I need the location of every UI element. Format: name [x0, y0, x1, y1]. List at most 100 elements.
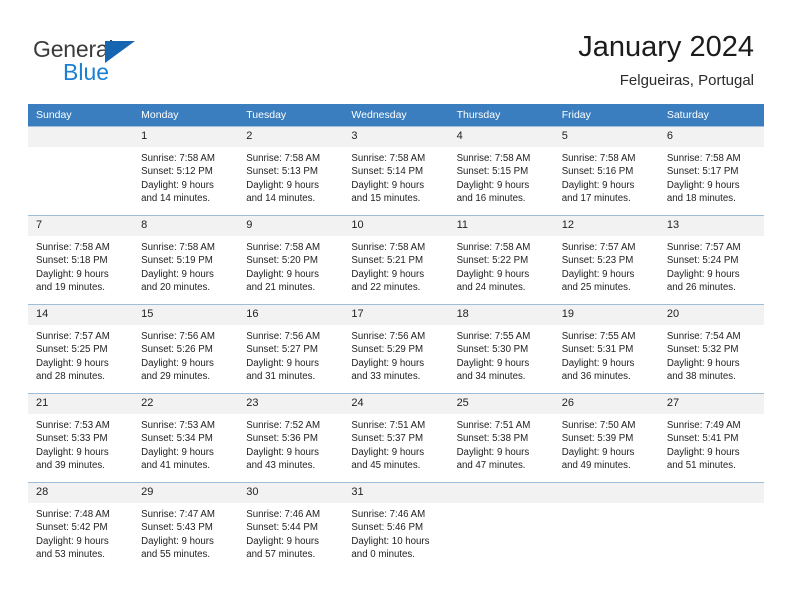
calendar-day-cell-28[interactable]: 28 Sunrise: 7:48 AM Sunset: 5:42 PM Dayligh… — [28, 482, 134, 569]
calendar-day-cell-2[interactable]: 2 Sunrise: 7:58 AM Sunset: 5:13 PM Daylight… — [238, 126, 344, 216]
calendar-day-cell-empty — [28, 126, 134, 216]
day-detail-line: and 22 minutes. — [351, 282, 421, 294]
calendar-day-cell-empty — [658, 482, 764, 569]
calendar-day-cell-18[interactable]: 18 Sunrise: 7:55 AM Sunset: 5:30 PM Dayligh… — [448, 304, 554, 394]
day-number: 10 — [343, 216, 449, 236]
day-cell-details — [28, 147, 133, 152]
calendar-day-cell-15[interactable]: 15 Sunrise: 7:56 AM Sunset: 5:26 PM Dayligh… — [133, 304, 239, 394]
day-number: 9 — [238, 216, 344, 236]
calendar-day-cell-22[interactable]: 22 Sunrise: 7:53 AM Sunset: 5:34 PM Dayligh… — [133, 393, 239, 483]
day-number: 6 — [658, 127, 764, 147]
day-number: 17 — [343, 305, 449, 325]
day-cell-inner: 31 Sunrise: 7:46 AM Sunset: 5:46 PM Dayligh… — [343, 483, 449, 569]
day-number: 4 — [448, 127, 554, 147]
calendar-day-cell-25[interactable]: 25 Sunrise: 7:51 AM Sunset: 5:38 PM Dayligh… — [448, 393, 554, 483]
day-detail-line: and 14 minutes. — [141, 193, 211, 205]
day-cell-details — [554, 503, 659, 508]
page-subtitle-location: Felgueiras, Portugal — [619, 72, 754, 89]
calendar-day-cell-19[interactable]: 19 Sunrise: 7:55 AM Sunset: 5:31 PM Dayligh… — [553, 304, 659, 394]
day-detail-line: Sunrise: 7:58 AM — [351, 153, 426, 164]
day-detail-line: Sunrise: 7:56 AM — [351, 331, 426, 342]
day-detail-line: Sunrise: 7:49 AM — [666, 420, 741, 431]
day-detail-line: Sunrise: 7:58 AM — [246, 153, 321, 164]
calendar-day-cell-26[interactable]: 26 Sunrise: 7:50 AM Sunset: 5:39 PM Dayligh… — [553, 393, 659, 483]
day-detail-line: Sunset: 5:18 PM — [36, 255, 108, 267]
day-number: 25 — [448, 394, 554, 414]
day-cell-details: Sunrise: 7:53 AM Sunset: 5:33 PM Daylight:… — [28, 414, 133, 473]
day-detail-line: Sunset: 5:36 PM — [246, 433, 318, 445]
day-detail-line: Daylight: 9 hours — [456, 268, 530, 280]
calendar-day-cell-3[interactable]: 3 Sunrise: 7:58 AM Sunset: 5:14 PM Daylight… — [343, 126, 449, 216]
calendar-day-cell-4[interactable]: 4 Sunrise: 7:58 AM Sunset: 5:15 PM Daylight… — [448, 126, 554, 216]
day-cell-details: Sunrise: 7:56 AM Sunset: 5:26 PM Daylight:… — [133, 325, 238, 384]
page-title: January 2024 — [578, 31, 754, 63]
day-detail-line: Sunset: 5:34 PM — [141, 433, 213, 445]
day-number: 28 — [28, 483, 134, 503]
day-cell-details: Sunrise: 7:58 AM Sunset: 5:15 PM Daylight:… — [449, 147, 554, 206]
calendar-table: Sunday Monday Tuesday Wednesday Thursday Frid… — [28, 104, 764, 569]
calendar-day-cell-13[interactable]: 13 Sunrise: 7:57 AM Sunset: 5:24 PM Dayligh… — [658, 215, 764, 305]
calendar-day-cell-5[interactable]: 5 Sunrise: 7:58 AM Sunset: 5:16 PM Daylight… — [553, 126, 659, 216]
day-detail-line: and 45 minutes. — [351, 460, 421, 472]
day-detail-line: Daylight: 9 hours — [246, 268, 319, 280]
day-detail-line: and 33 minutes. — [351, 371, 421, 383]
calendar-day-cell-17[interactable]: 17 Sunrise: 7:56 AM Sunset: 5:29 PM Dayligh… — [343, 304, 449, 394]
calendar-day-cell-7[interactable]: 7 Sunrise: 7:58 AM Sunset: 5:18 PM Daylight… — [28, 215, 134, 305]
calendar-week-row: 1 Sunrise: 7:58 AM Sunset: 5:12 PM Daylight… — [28, 126, 764, 216]
day-detail-line: Sunset: 5:39 PM — [561, 433, 634, 445]
day-detail-line: Sunset: 5:23 PM — [561, 255, 634, 267]
day-number: 15 — [133, 305, 239, 325]
calendar-day-cell-9[interactable]: 9 Sunrise: 7:58 AM Sunset: 5:20 PM Daylight… — [238, 215, 344, 305]
day-cell-details: Sunrise: 7:48 AM Sunset: 5:42 PM Daylight:… — [28, 503, 133, 562]
day-cell-inner: 4 Sunrise: 7:58 AM Sunset: 5:15 PM Daylight… — [448, 127, 554, 215]
day-detail-line: Sunrise: 7:58 AM — [246, 242, 321, 253]
calendar-day-cell-6[interactable]: 6 Sunrise: 7:58 AM Sunset: 5:17 PM Daylight… — [658, 126, 764, 216]
day-detail-line: Daylight: 9 hours — [666, 357, 740, 369]
day-detail-line: Sunset: 5:43 PM — [141, 522, 213, 534]
day-cell-inner: 15 Sunrise: 7:56 AM Sunset: 5:26 PM Dayligh… — [133, 305, 239, 393]
day-detail-line: Daylight: 9 hours — [666, 446, 740, 458]
calendar-day-cell-11[interactable]: 11 Sunrise: 7:58 AM Sunset: 5:22 PM Dayligh… — [448, 215, 554, 305]
day-detail-line: Sunrise: 7:58 AM — [456, 242, 531, 253]
day-detail-line: Sunrise: 7:46 AM — [246, 509, 321, 520]
calendar-day-cell-24[interactable]: 24 Sunrise: 7:51 AM Sunset: 5:37 PM Dayligh… — [343, 393, 449, 483]
day-cell-details: Sunrise: 7:55 AM Sunset: 5:31 PM Daylight:… — [554, 325, 659, 384]
calendar-day-cell-20[interactable]: 20 Sunrise: 7:54 AM Sunset: 5:32 PM Dayligh… — [658, 304, 764, 394]
calendar-day-cell-10[interactable]: 10 Sunrise: 7:58 AM Sunset: 5:21 PM Dayligh… — [343, 215, 449, 305]
general-blue-logo[interactable]: General Blue — [33, 36, 203, 86]
day-cell-details: Sunrise: 7:52 AM Sunset: 5:36 PM Daylight:… — [238, 414, 343, 473]
day-cell-inner: 8 Sunrise: 7:58 AM Sunset: 5:19 PM Daylight… — [133, 216, 239, 304]
calendar-day-cell-14[interactable]: 14 Sunrise: 7:57 AM Sunset: 5:25 PM Dayligh… — [28, 304, 134, 394]
day-detail-line: and 39 minutes. — [36, 460, 105, 472]
calendar-day-cell-12[interactable]: 12 Sunrise: 7:57 AM Sunset: 5:23 PM Dayligh… — [553, 215, 659, 305]
calendar-day-cell-27[interactable]: 27 Sunrise: 7:49 AM Sunset: 5:41 PM Dayligh… — [658, 393, 764, 483]
calendar-day-cell-empty — [448, 482, 554, 569]
day-detail-line: and 19 minutes. — [36, 282, 105, 294]
day-cell-inner: 13 Sunrise: 7:57 AM Sunset: 5:24 PM Dayligh… — [658, 216, 764, 304]
day-detail-line: Sunset: 5:14 PM — [351, 166, 424, 178]
calendar-week-row: 14 Sunrise: 7:57 AM Sunset: 5:25 PM Dayligh… — [28, 304, 764, 394]
day-detail-line: and 34 minutes. — [456, 371, 526, 383]
calendar-day-cell-16[interactable]: 16 Sunrise: 7:56 AM Sunset: 5:27 PM Dayligh… — [238, 304, 344, 394]
day-cell-inner — [448, 483, 554, 569]
day-detail-line: Daylight: 9 hours — [456, 357, 530, 369]
calendar-day-cell-31[interactable]: 31 Sunrise: 7:46 AM Sunset: 5:46 PM Dayligh… — [343, 482, 449, 569]
weekday-header-row: Sunday Monday Tuesday Wednesday Thursday Frid… — [28, 104, 764, 127]
calendar-day-cell-1[interactable]: 1 Sunrise: 7:58 AM Sunset: 5:12 PM Daylight… — [133, 126, 239, 216]
calendar-day-cell-29[interactable]: 29 Sunrise: 7:47 AM Sunset: 5:43 PM Dayligh… — [133, 482, 239, 569]
day-detail-line: Daylight: 9 hours — [666, 268, 740, 280]
day-cell-details: Sunrise: 7:54 AM Sunset: 5:32 PM Daylight:… — [659, 325, 764, 384]
day-detail-line: Sunset: 5:30 PM — [456, 344, 529, 356]
day-detail-line: Daylight: 9 hours — [141, 535, 214, 547]
calendar-day-cell-21[interactable]: 21 Sunrise: 7:53 AM Sunset: 5:33 PM Dayligh… — [28, 393, 134, 483]
day-detail-line: and 51 minutes. — [666, 460, 736, 472]
calendar-day-cell-30[interactable]: 30 Sunrise: 7:46 AM Sunset: 5:44 PM Dayligh… — [238, 482, 344, 569]
calendar-day-cell-8[interactable]: 8 Sunrise: 7:58 AM Sunset: 5:19 PM Daylight… — [133, 215, 239, 305]
calendar-day-cell-23[interactable]: 23 Sunrise: 7:52 AM Sunset: 5:36 PM Dayligh… — [238, 393, 344, 483]
day-detail-line: and 21 minutes. — [246, 282, 316, 294]
day-detail-line: Daylight: 9 hours — [141, 179, 214, 191]
day-cell-details: Sunrise: 7:58 AM Sunset: 5:12 PM Daylight:… — [133, 147, 238, 206]
day-detail-line: and 16 minutes. — [456, 193, 526, 205]
day-number: 2 — [238, 127, 344, 147]
day-cell-inner: 29 Sunrise: 7:47 AM Sunset: 5:43 PM Dayligh… — [133, 483, 239, 569]
